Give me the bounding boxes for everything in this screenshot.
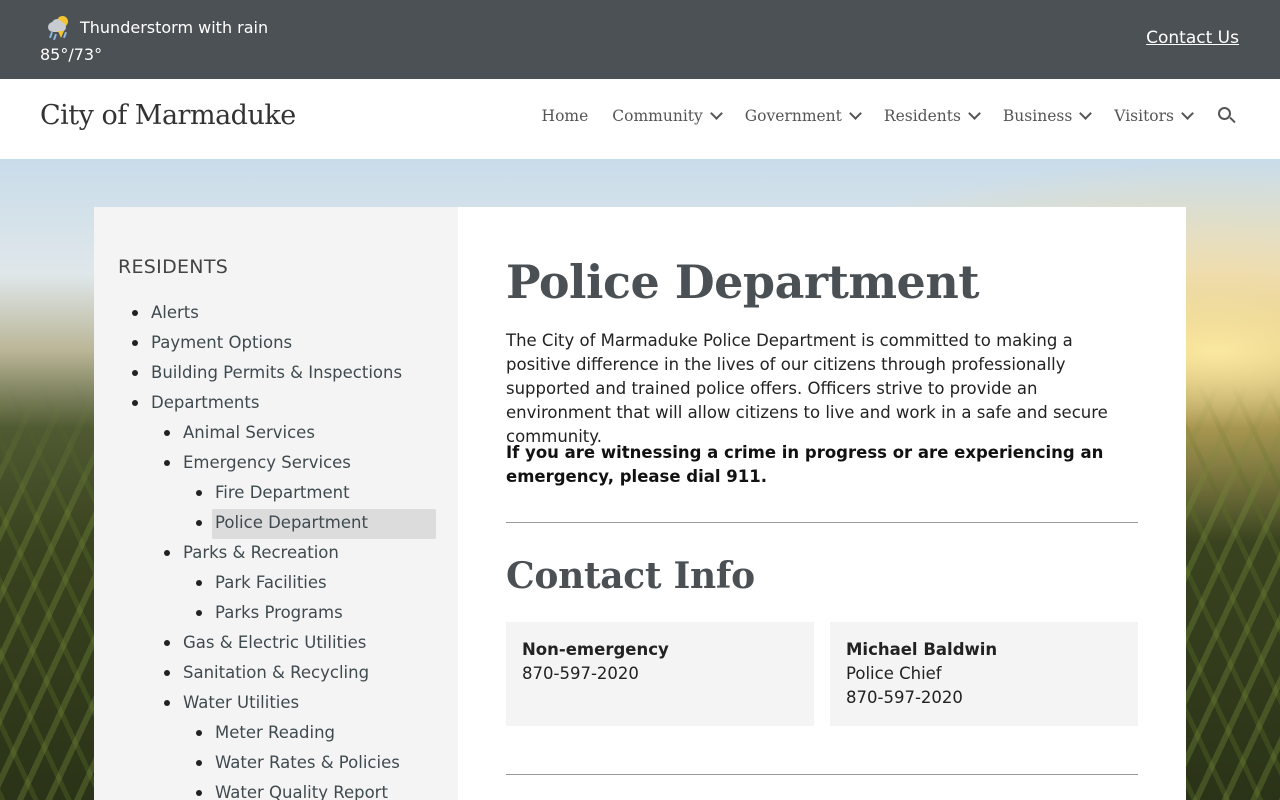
thunderstorm-rain-icon (44, 14, 74, 41)
sidebar-nav: RESIDENTS Alerts Payment Options Buildin… (94, 207, 458, 800)
chevron-down-icon (1181, 107, 1194, 120)
page-title: Police Department (506, 255, 980, 309)
nav-item-label: Community (612, 107, 703, 125)
contact-role: Police Chief (846, 664, 942, 683)
search-icon[interactable] (1218, 107, 1236, 125)
sidebar-item-building-permits[interactable]: Building Permits & Inspections (94, 358, 458, 388)
sidebar-item-meter-reading[interactable]: Meter Reading (94, 718, 458, 748)
sidebar-item-park-facilities[interactable]: Park Facilities (94, 568, 458, 598)
contact-info-heading: Contact Info (506, 555, 755, 597)
sidebar-item-fire-department[interactable]: Fire Department (94, 478, 458, 508)
chevron-down-icon (1079, 107, 1093, 120)
nav-item-government[interactable]: Government (744, 107, 862, 125)
weather-temps: 85°/73° (40, 45, 103, 64)
sidebar-item-sanitation[interactable]: Sanitation & Recycling (94, 658, 458, 688)
sidebar-list: Alerts Payment Options Building Permits … (94, 298, 458, 800)
nav-item-label: Home (541, 107, 589, 125)
emergency-notice: If you are witnessing a crime in progres… (506, 443, 1104, 486)
top-bar: Thunderstorm with rain 85°/73° Contact U… (0, 0, 1280, 79)
weather-condition: Thunderstorm with rain (80, 18, 269, 37)
chevron-down-icon (709, 107, 723, 120)
chevron-down-icon (849, 107, 862, 120)
nav-item-label: Residents (883, 107, 961, 125)
weather-widget: Thunderstorm with rain 85°/73° (40, 14, 268, 68)
nav-item-home[interactable]: Home (542, 107, 589, 125)
sidebar-item-emergency-services[interactable]: Emergency Services (94, 448, 458, 478)
sidebar-item-police-department[interactable]: Police Department (94, 508, 458, 539)
intro-paragraph: The City of Marmaduke Police Department … (506, 331, 1108, 446)
sidebar-item-alerts[interactable]: Alerts (94, 298, 458, 328)
sidebar-item-water-quality[interactable]: Water Quality Report (94, 778, 458, 800)
chevron-down-icon (968, 107, 981, 120)
nav-item-label: Government (744, 107, 842, 125)
nav-item-visitors[interactable]: Visitors (1114, 107, 1194, 125)
sidebar-item-water-utilities[interactable]: Water Utilities (94, 688, 458, 718)
nav-item-business[interactable]: Business (1002, 107, 1093, 125)
divider (506, 522, 1138, 523)
sidebar-item-parks-programs[interactable]: Parks Programs (94, 598, 458, 628)
site-title[interactable]: City of Marmaduke (40, 100, 296, 131)
sidebar-item-animal-services[interactable]: Animal Services (94, 418, 458, 448)
nav-item-label: Visitors (1114, 107, 1174, 125)
contact-phone[interactable]: 870-597-2020 (522, 662, 798, 686)
sidebar-item-water-rates[interactable]: Water Rates & Policies (94, 748, 458, 778)
sidebar-item-parks-recreation[interactable]: Parks & Recreation (94, 538, 458, 568)
site-header: City of Marmaduke Home Community Governm… (0, 79, 1280, 159)
nav-item-residents[interactable]: Residents (883, 107, 981, 125)
sidebar-heading[interactable]: RESIDENTS (118, 256, 228, 278)
contact-phone[interactable]: 870-597-2020 (846, 686, 1122, 710)
sidebar-item-departments[interactable]: Departments (94, 388, 458, 418)
main-content: Police Department The City of Marmaduke … (458, 207, 1186, 800)
sidebar-item-payment-options[interactable]: Payment Options (94, 328, 458, 358)
main-nav: Home Community Government Residents Busi… (542, 107, 1236, 125)
contact-name: Michael Baldwin (846, 640, 998, 659)
contact-card-police-chief: Michael Baldwin Police Chief 870-597-202… (830, 622, 1138, 726)
contact-card-non-emergency: Non-emergency 870-597-2020 (506, 622, 814, 726)
contact-us-link[interactable]: Contact Us (1146, 28, 1239, 48)
nav-item-community[interactable]: Community (612, 107, 723, 125)
sidebar-item-gas-electric[interactable]: Gas & Electric Utilities (94, 628, 458, 658)
divider (506, 774, 1138, 775)
nav-item-label: Business (1002, 107, 1073, 125)
contact-name: Non-emergency (522, 640, 669, 659)
